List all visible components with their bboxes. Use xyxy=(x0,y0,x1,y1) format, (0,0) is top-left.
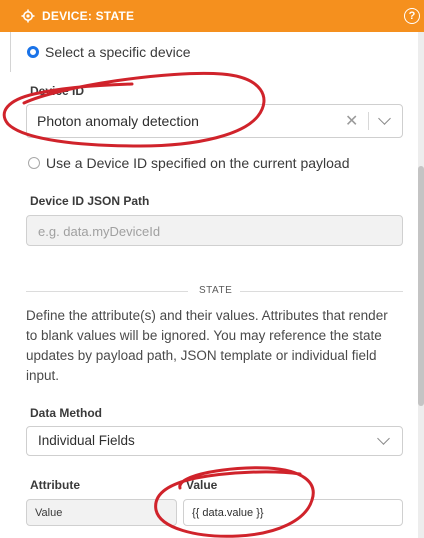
json-path-label: Device ID JSON Path xyxy=(30,194,150,208)
radio-payload-device-label[interactable]: Use a Device ID specified on the current… xyxy=(46,155,350,171)
select-separator xyxy=(368,112,369,130)
chevron-down-icon[interactable] xyxy=(378,112,391,125)
json-path-placeholder: e.g. data.myDeviceId xyxy=(38,224,161,239)
json-path-input[interactable]: e.g. data.myDeviceId xyxy=(26,215,403,246)
left-border xyxy=(10,32,11,72)
data-method-value: Individual Fields xyxy=(38,433,135,448)
value-input-text: {{ data.value }} xyxy=(192,507,264,519)
clear-icon[interactable]: ✕ xyxy=(345,111,358,131)
value-input[interactable]: {{ data.value }} xyxy=(183,499,403,526)
attribute-input[interactable]: Value xyxy=(26,499,177,526)
scrollbar-thumb[interactable] xyxy=(418,166,424,406)
data-method-select[interactable]: Individual Fields xyxy=(26,426,403,456)
device-id-label: Device ID xyxy=(30,84,85,98)
annotation-marks xyxy=(2,71,315,538)
attribute-value: Value xyxy=(35,507,63,519)
section-divider-right xyxy=(240,291,403,292)
device-id-select[interactable]: Photon anomaly detection ✕ xyxy=(26,104,403,138)
help-icon[interactable]: ? xyxy=(404,8,420,24)
device-id-value: Photon anomaly detection xyxy=(37,113,199,129)
state-description: Define the attribute(s) and their values… xyxy=(26,308,388,383)
gear-icon xyxy=(21,9,35,23)
value-column-header: Value xyxy=(186,478,218,492)
chevron-down-icon[interactable] xyxy=(377,432,390,445)
attribute-column-header: Attribute xyxy=(30,478,80,492)
section-divider-left xyxy=(26,291,188,292)
panel-header: DEVICE: STATE ? xyxy=(0,0,424,32)
state-section-title: STATE xyxy=(199,285,233,296)
radio-payload-device[interactable] xyxy=(28,157,40,169)
radio-specific-device[interactable] xyxy=(27,46,39,58)
panel-title: DEVICE: STATE xyxy=(42,9,135,23)
radio-specific-device-label[interactable]: Select a specific device xyxy=(45,44,191,60)
data-method-label: Data Method xyxy=(30,406,102,420)
